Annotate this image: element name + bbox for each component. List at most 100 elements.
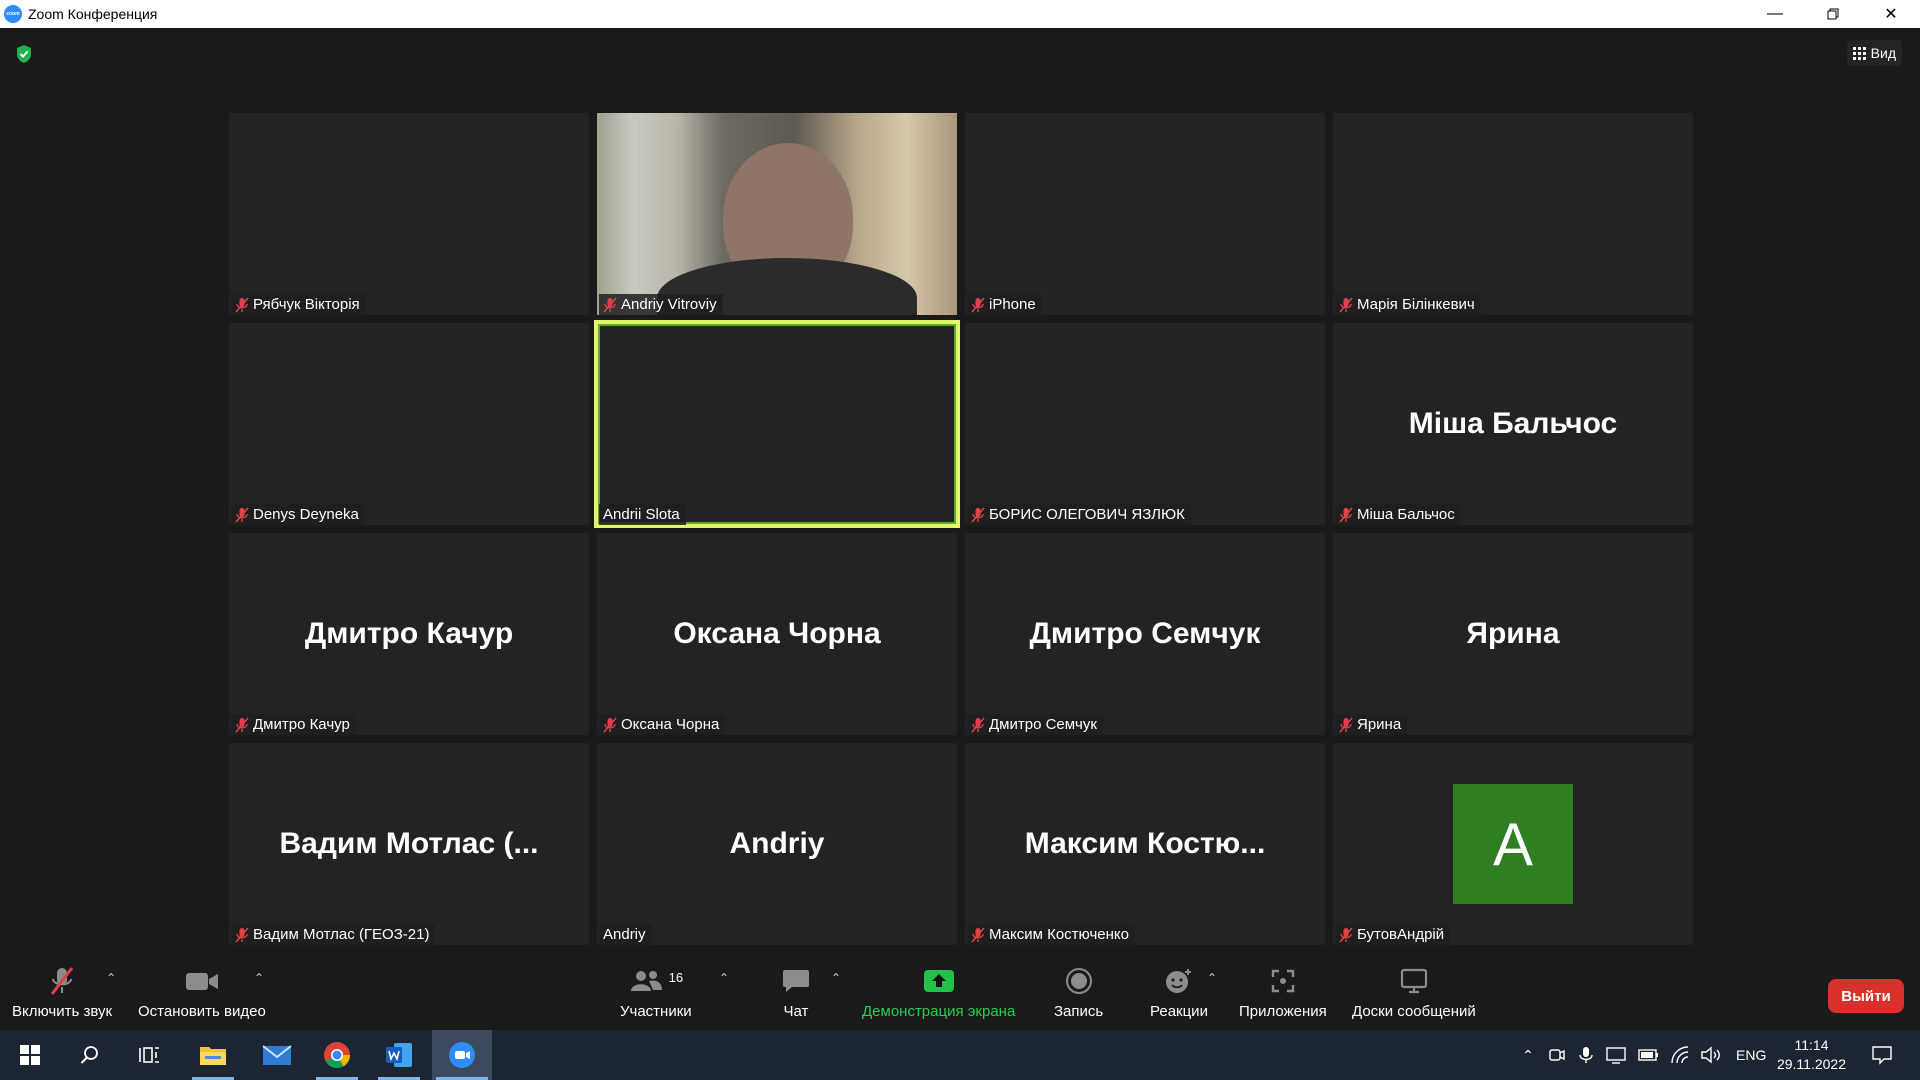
- participant-tile[interactable]: Andriy Andriy: [597, 743, 957, 945]
- app-icon-text: zoom: [6, 11, 20, 17]
- search-icon: [80, 1046, 98, 1064]
- participant-name-text: Дмитро Семчук: [989, 716, 1097, 733]
- video-options-caret[interactable]: ⌃: [254, 971, 264, 985]
- reactions-options-caret[interactable]: ⌃: [1207, 971, 1217, 985]
- zoom-taskbar-icon[interactable]: [432, 1030, 492, 1080]
- participant-tile[interactable]: Ярина Ярина: [1333, 533, 1693, 735]
- whiteboards-button[interactable]: Доски сообщений: [1352, 965, 1476, 1020]
- participant-name-label: Ярина: [1335, 714, 1408, 735]
- muted-mic-icon: [971, 296, 985, 313]
- participant-name-text: Максим Костюченко: [989, 926, 1129, 943]
- chat-options-caret[interactable]: ⌃: [831, 971, 841, 985]
- system-tray: ⌃ ENG: [1516, 1030, 1766, 1080]
- leave-button[interactable]: Выйти: [1828, 979, 1904, 1013]
- share-screen-button[interactable]: Демонстрация экрана: [862, 965, 1015, 1020]
- participant-name-label: Міша Бальчос: [1335, 504, 1461, 525]
- chrome-icon: [324, 1042, 351, 1069]
- chrome-taskbar-icon[interactable]: [312, 1030, 362, 1080]
- participant-display-name: Вадим Мотлас (...: [279, 827, 539, 860]
- apps-button[interactable]: Приложения: [1239, 965, 1327, 1020]
- participant-tile[interactable]: iPhone: [965, 113, 1325, 315]
- participant-tile[interactable]: A БутовАндрій: [1333, 743, 1693, 945]
- muted-mic-icon: [971, 716, 985, 733]
- participant-name-label: Дмитро Качур: [231, 714, 356, 735]
- mail-envelope-icon: [262, 1045, 292, 1065]
- restore-icon: [1827, 8, 1839, 20]
- participant-name-label: Denys Deyneka: [231, 504, 365, 525]
- whiteboards-label: Доски сообщений: [1352, 1003, 1476, 1020]
- participant-tile[interactable]: Вадим Мотлас (... Вадим Мотлас (ГЕОЗ-21): [229, 743, 589, 945]
- show-hidden-icons-chevron-icon[interactable]: ⌃: [1516, 1047, 1540, 1064]
- video-camera-icon: [185, 973, 218, 990]
- participant-name-label: БОРИС ОЛЕГОВИЧ ЯЗЛЮК: [967, 504, 1191, 525]
- muted-mic-icon: [1339, 296, 1353, 313]
- audio-options-caret[interactable]: ⌃: [106, 971, 116, 985]
- stop-video-button[interactable]: Остановить видео: [138, 965, 266, 1020]
- participant-name-text: Оксана Чорна: [621, 716, 720, 733]
- close-button[interactable]: ✕: [1862, 0, 1920, 28]
- muted-mic-icon: [603, 716, 617, 733]
- action-center-button[interactable]: [1862, 1030, 1902, 1080]
- unmute-button[interactable]: Включить звук: [12, 965, 112, 1020]
- search-button[interactable]: [60, 1030, 120, 1080]
- participant-tile[interactable]: Рябчук Вікторія: [229, 113, 589, 315]
- participant-tile[interactable]: Максим Костю... Максим Костюченко: [965, 743, 1325, 945]
- record-icon: [1065, 968, 1092, 994]
- unmute-label: Включить звук: [12, 1003, 113, 1020]
- participant-name-text: Ярина: [1357, 716, 1402, 733]
- participant-name-text: Дмитро Качур: [253, 716, 350, 733]
- muted-mic-icon: [603, 296, 617, 313]
- file-explorer-taskbar-icon[interactable]: [188, 1030, 238, 1080]
- microphone-tray-icon[interactable]: [1578, 1046, 1594, 1064]
- participant-display-name: Міша Бальчос: [1408, 407, 1618, 440]
- reactions-button[interactable]: Реакции: [1150, 965, 1208, 1020]
- battery-icon[interactable]: [1638, 1048, 1660, 1062]
- reactions-label: Реакции: [1150, 1003, 1208, 1020]
- chat-label: Чат: [783, 1003, 809, 1020]
- participant-name-label: Andrii Slota: [599, 504, 686, 525]
- display-tray-icon[interactable]: [1606, 1046, 1626, 1064]
- participant-tile[interactable]: Дмитро Качур Дмитро Качур: [229, 533, 589, 735]
- participant-tile[interactable]: Дмитро Семчук Дмитро Семчук: [965, 533, 1325, 735]
- record-button[interactable]: Запись: [1054, 965, 1103, 1020]
- input-language-indicator[interactable]: ENG: [1736, 1047, 1766, 1063]
- participant-tile[interactable]: Andrii Slota: [594, 320, 960, 528]
- participants-label: Участники: [620, 1003, 692, 1020]
- share-screen-label: Демонстрация экрана: [862, 1003, 1016, 1020]
- participants-options-caret[interactable]: ⌃: [719, 971, 729, 985]
- chat-button[interactable]: Чат: [782, 965, 810, 1020]
- participant-tile[interactable]: Марія Білінкевич: [1333, 113, 1693, 315]
- zoom-app-icon: zoom: [4, 5, 22, 23]
- volume-icon[interactable]: [1700, 1046, 1722, 1064]
- participant-tile[interactable]: Andriy Vitroviy: [597, 113, 957, 315]
- windows-logo-icon: [20, 1045, 40, 1065]
- muted-mic-icon: [235, 716, 249, 733]
- participant-tile[interactable]: Оксана Чорна Оксана Чорна: [597, 533, 957, 735]
- task-view-button[interactable]: [120, 1030, 180, 1080]
- muted-mic-icon: [235, 506, 249, 523]
- encryption-shield-icon[interactable]: [15, 44, 33, 64]
- muted-mic-icon: [971, 926, 985, 943]
- participant-tile[interactable]: Міша Бальчос Міша Бальчос: [1333, 323, 1693, 525]
- participant-tile[interactable]: БОРИС ОЛЕГОВИЧ ЯЗЛЮК: [965, 323, 1325, 525]
- view-button[interactable]: Вид: [1846, 40, 1902, 66]
- whiteboard-icon: [1400, 968, 1427, 994]
- participant-name-label: Дмитро Семчук: [967, 714, 1103, 735]
- participant-name-label: Вадим Мотлас (ГЕОЗ-21): [231, 924, 436, 945]
- participant-name-label: БутовАндрій: [1335, 924, 1451, 945]
- start-button[interactable]: [0, 1030, 60, 1080]
- apps-icon: [1271, 969, 1295, 993]
- mail-taskbar-icon[interactable]: [252, 1030, 302, 1080]
- wifi-icon[interactable]: [1670, 1046, 1690, 1064]
- participants-button[interactable]: 16 Участники: [620, 965, 692, 1021]
- participant-video: [597, 113, 957, 315]
- word-taskbar-icon[interactable]: [374, 1030, 424, 1080]
- system-clock[interactable]: 11:14 29.11.2022: [1777, 1036, 1846, 1074]
- window-titlebar: zoom Zoom Конференция — ✕: [0, 0, 1920, 28]
- participant-tile[interactable]: Denys Deyneka: [229, 323, 589, 525]
- restore-button[interactable]: [1804, 0, 1862, 28]
- meet-now-icon[interactable]: [1548, 1046, 1566, 1064]
- minimize-button[interactable]: —: [1746, 0, 1804, 28]
- record-label: Запись: [1054, 1003, 1104, 1020]
- participant-name-text: Вадим Мотлас (ГЕОЗ-21): [253, 926, 430, 943]
